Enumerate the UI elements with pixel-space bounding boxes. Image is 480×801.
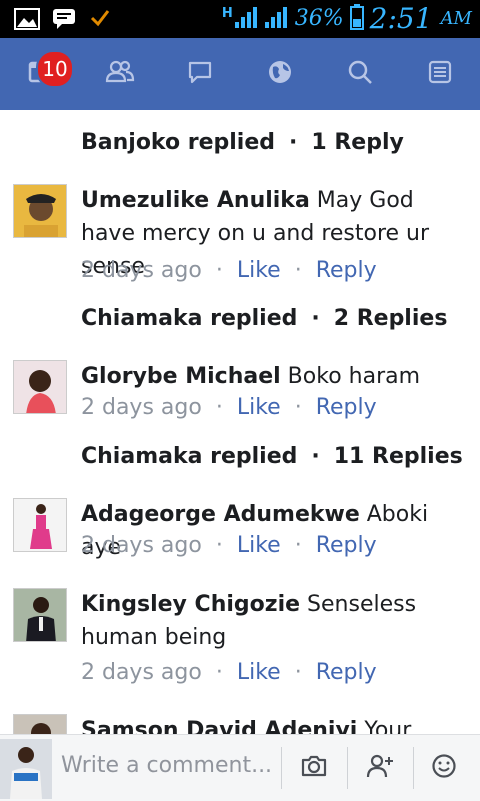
comment-author[interactable]: Glorybe Michael bbox=[81, 364, 281, 389]
message-icon bbox=[52, 8, 76, 34]
avatar[interactable] bbox=[13, 588, 67, 642]
avatar[interactable] bbox=[13, 498, 67, 552]
comment-author[interactable]: Adageorge Adumekwe bbox=[81, 502, 360, 527]
comment-composer: Write a comment... bbox=[0, 734, 480, 801]
menu-icon bbox=[427, 59, 453, 89]
camera-icon bbox=[300, 753, 328, 783]
view-replies-link[interactable]: Chiamaka replied · 2 Replies bbox=[81, 306, 447, 331]
divider bbox=[413, 747, 414, 789]
comment-text: Kingsley Chigozie Senseless human being bbox=[81, 588, 466, 654]
nav-menu[interactable] bbox=[400, 38, 480, 110]
add-person-icon bbox=[366, 753, 394, 783]
comment-time: 2 days ago bbox=[81, 533, 202, 558]
reply-button[interactable]: Reply bbox=[316, 258, 377, 283]
comment-time: 2 days ago bbox=[81, 395, 202, 420]
comment-author[interactable]: Umezulike Anulika bbox=[81, 188, 310, 213]
top-nav-bar: 10 bbox=[0, 38, 480, 110]
friends-icon bbox=[105, 59, 135, 89]
gallery-icon bbox=[14, 8, 40, 34]
camera-button[interactable] bbox=[291, 747, 337, 789]
avatar[interactable] bbox=[13, 360, 67, 414]
signal-icon-2 bbox=[264, 4, 289, 34]
comment-time: 2 days ago bbox=[81, 660, 202, 685]
nav-notifications[interactable] bbox=[240, 38, 320, 110]
comment-meta: 2 days ago · Like · Reply bbox=[81, 395, 377, 420]
comments-feed[interactable]: Banjoko replied · 1 Reply Umezulike Anulik… bbox=[0, 110, 480, 734]
clock-time: 2:51 bbox=[369, 2, 433, 35]
comment-author[interactable]: Samson David Adeniyi bbox=[81, 718, 357, 734]
nav-search[interactable] bbox=[320, 38, 400, 110]
like-button[interactable]: Like bbox=[237, 258, 281, 283]
replies-count: 11 Replies bbox=[333, 444, 463, 469]
divider bbox=[347, 747, 348, 789]
reply-button[interactable]: Reply bbox=[316, 395, 377, 420]
tag-friend-button[interactable] bbox=[357, 747, 403, 789]
divider bbox=[281, 747, 282, 789]
battery-percent: 36% bbox=[294, 6, 344, 31]
sticker-button[interactable] bbox=[421, 747, 467, 789]
comment-meta: 2 days ago · Like · Reply bbox=[81, 258, 377, 283]
nav-friends[interactable] bbox=[80, 38, 160, 110]
comment-body: Boko haram bbox=[280, 364, 421, 389]
view-replies-link[interactable]: Chiamaka replied · 11 Replies bbox=[81, 444, 463, 469]
comment-meta: 2 days ago · Like · Reply bbox=[81, 533, 377, 558]
comment-author[interactable]: Kingsley Chigozie bbox=[81, 592, 300, 617]
avatar[interactable] bbox=[13, 714, 67, 734]
view-replies-link[interactable]: Banjoko replied · 1 Reply bbox=[81, 130, 404, 155]
signal-icon bbox=[234, 4, 259, 34]
messages-icon bbox=[187, 59, 213, 89]
nav-news-feed[interactable]: 10 bbox=[0, 38, 80, 110]
notification-badge: 10 bbox=[36, 50, 74, 88]
replied-label: Banjoko replied bbox=[81, 130, 276, 155]
clock-ampm: AM bbox=[440, 8, 472, 29]
replied-label: Chiamaka replied bbox=[81, 306, 298, 331]
like-button[interactable]: Like bbox=[237, 533, 281, 558]
comment-input[interactable]: Write a comment... bbox=[61, 753, 272, 778]
comment-body: Your bbox=[357, 718, 412, 734]
comment-meta: 2 days ago · Like · Reply bbox=[81, 660, 377, 685]
check-icon bbox=[90, 8, 110, 32]
globe-icon bbox=[267, 59, 293, 89]
smiley-icon bbox=[431, 753, 457, 783]
network-type: H bbox=[221, 6, 233, 21]
like-button[interactable]: Like bbox=[237, 395, 281, 420]
reply-button[interactable]: Reply bbox=[316, 533, 377, 558]
nav-messages[interactable] bbox=[160, 38, 240, 110]
comment-time: 2 days ago bbox=[81, 258, 202, 283]
replied-label: Chiamaka replied bbox=[81, 444, 298, 469]
search-icon bbox=[347, 59, 373, 89]
replies-count: 2 Replies bbox=[333, 306, 448, 331]
comment-text: Samson David Adeniyi Your bbox=[81, 714, 466, 734]
battery-icon bbox=[349, 3, 364, 34]
status-bar: H 36% 2:51 AM bbox=[0, 0, 480, 38]
like-button[interactable]: Like bbox=[237, 660, 281, 685]
avatar[interactable] bbox=[13, 184, 67, 238]
user-avatar bbox=[0, 739, 52, 799]
replies-count: 1 Reply bbox=[311, 130, 404, 155]
reply-button[interactable]: Reply bbox=[316, 660, 377, 685]
comment-text: Glorybe Michael Boko haram bbox=[81, 360, 466, 393]
